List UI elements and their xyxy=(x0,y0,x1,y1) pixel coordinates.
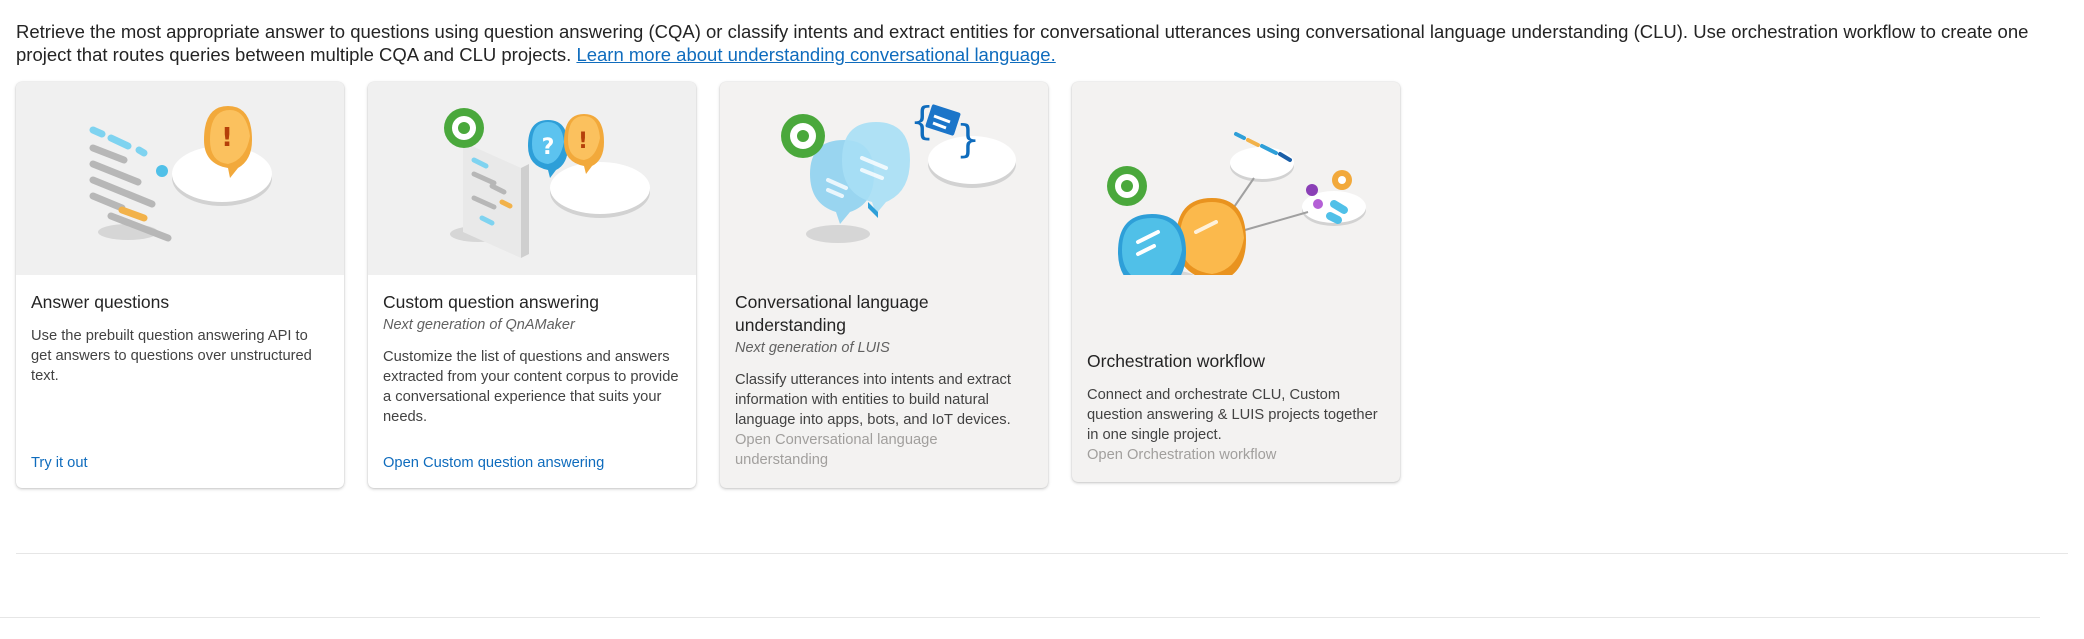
custom-qa-illustration: ? ! xyxy=(368,82,696,275)
card-orchestration-workflow[interactable]: Orchestration workflow Connect and orche… xyxy=(1072,82,1400,482)
section-divider xyxy=(16,553,2068,554)
open-custom-qa-link[interactable]: Open Custom question answering xyxy=(383,453,604,473)
svg-text:!: ! xyxy=(578,129,588,154)
answer-questions-illustration: ! xyxy=(16,82,344,275)
learn-more-link[interactable]: Learn more about understanding conversat… xyxy=(576,44,1055,65)
card-title: Answer questions xyxy=(31,292,170,312)
section-divider xyxy=(0,617,2040,618)
card-description: Use the prebuilt question answering API … xyxy=(31,328,312,384)
clu-illustration: { } xyxy=(720,82,1048,275)
card-description: Classify utterances into intents and ext… xyxy=(735,372,1011,428)
card-subtitle: Next generation of LUIS xyxy=(735,340,890,356)
card-title: Orchestration workflow xyxy=(1087,351,1265,371)
card-title: Conversational language understanding xyxy=(735,292,929,335)
card-title: Custom question answering xyxy=(383,292,599,312)
service-cards: ! Answer questions Use the prebuilt ques… xyxy=(16,82,1400,488)
card-description: Customize the list of questions and answ… xyxy=(383,349,679,425)
card-conversational-language-understanding[interactable]: { } Conversational language understandin… xyxy=(720,82,1048,488)
open-clu-link[interactable]: Open Conversational language understandi… xyxy=(735,430,1033,470)
card-custom-question-answering[interactable]: ? ! Custom question answering Next gener… xyxy=(368,82,696,488)
open-orchestration-link[interactable]: Open Orchestration workflow xyxy=(1087,445,1385,465)
card-subtitle: Next generation of QnAMaker xyxy=(383,317,575,333)
svg-text:?: ? xyxy=(542,135,555,160)
orchestration-illustration xyxy=(1072,82,1400,275)
card-answer-questions[interactable]: ! Answer questions Use the prebuilt ques… xyxy=(16,82,344,488)
svg-text:}: } xyxy=(956,117,980,161)
intro-paragraph: Retrieve the most appropriate answer to … xyxy=(16,20,2076,66)
try-it-out-link[interactable]: Try it out xyxy=(31,453,88,473)
card-description: Connect and orchestrate CLU, Custom ques… xyxy=(1087,387,1378,443)
svg-text:!: ! xyxy=(221,123,233,153)
